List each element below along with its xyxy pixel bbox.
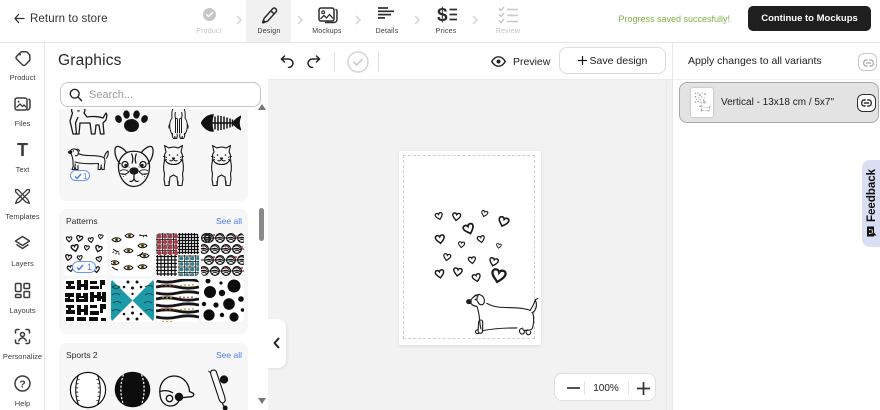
svg-text:T: T xyxy=(17,141,28,159)
svg-text:$: $ xyxy=(437,5,448,25)
svg-text:?: ? xyxy=(19,379,25,391)
